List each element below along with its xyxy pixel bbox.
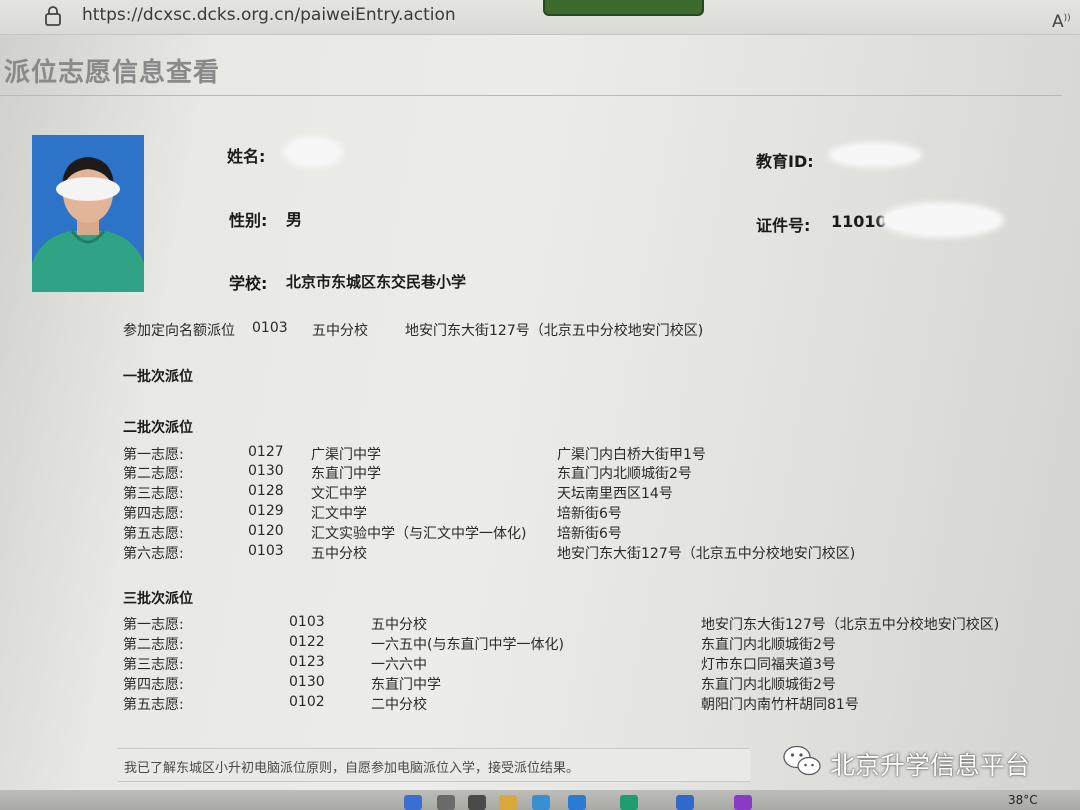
- choice-order: 第二志愿:: [123, 466, 184, 482]
- edge-browser-icon[interactable]: [532, 795, 550, 810]
- store-icon[interactable]: [568, 795, 586, 810]
- choice-order: 第五志愿:: [123, 526, 184, 542]
- choice-address: 灯市东口同福夹道3号: [701, 657, 836, 673]
- edu-id-redaction: [832, 146, 918, 164]
- directed-code: 0103: [252, 320, 288, 336]
- choice-code: 0128: [248, 483, 284, 499]
- lock-icon: [45, 6, 61, 26]
- browser-tab[interactable]: [543, 0, 704, 16]
- url-text[interactable]: https://dcxsc.dcks.org.cn/paiweiEntry.ac…: [82, 5, 456, 25]
- choice-school: 一六五中(与东直门中学一体化): [371, 637, 564, 653]
- agreement-box: 我已了解东城区小升初电脑派位原则，自愿参加电脑派位入学，接受派位结果。: [118, 748, 750, 782]
- weather-temperature: 38°C: [1008, 793, 1038, 807]
- choice-order: 第三志愿:: [123, 486, 184, 502]
- choice-code: 0123: [289, 654, 325, 670]
- choice-address: 地安门东大街127号（北京五中分校地安门校区): [701, 617, 1000, 633]
- choice-code: 0129: [248, 503, 284, 519]
- choice-code: 0103: [248, 543, 284, 559]
- choice-code: 0103: [289, 614, 325, 630]
- choice-address: 天坛南里西区14号: [557, 486, 673, 502]
- choice-school: 五中分校: [371, 617, 427, 633]
- choice-school: 文汇中学: [311, 486, 367, 502]
- watermark-text: 北京升学信息平台: [830, 751, 1031, 780]
- app-icon[interactable]: [734, 795, 752, 810]
- choice-order: 第三志愿:: [123, 657, 184, 673]
- student-photo: [32, 135, 144, 292]
- windows-start-icon[interactable]: [404, 795, 422, 810]
- edu-id-label: 教育ID:: [756, 152, 814, 171]
- choice-address: 广渠门内白桥大街甲1号: [557, 447, 706, 463]
- read-aloud-icon[interactable]: A)): [1052, 12, 1071, 32]
- school-value: 北京市东城区东交民巷小学: [286, 273, 467, 291]
- choice-order: 第五志愿:: [123, 697, 184, 713]
- choice-code: 0130: [248, 463, 284, 479]
- agreement-text: 我已了解东城区小升初电脑派位原则，自愿参加电脑派位入学，接受派位结果。: [124, 761, 580, 776]
- choice-order: 第二志愿:: [123, 637, 184, 653]
- page-title: 派位志愿信息查看: [4, 58, 221, 88]
- directed-address: 地安门东大街127号（北京五中分校地安门校区): [405, 323, 704, 339]
- app-icon[interactable]: [620, 795, 638, 810]
- choice-school: 汇文中学: [311, 506, 367, 522]
- school-label: 学校:: [229, 274, 268, 293]
- choice-address: 培新街6号: [557, 526, 622, 542]
- directed-school: 五中分校: [312, 323, 368, 339]
- choice-address: 地安门东大街127号（北京五中分校地安门校区): [557, 546, 856, 562]
- choice-school: 东直门中学: [371, 677, 441, 693]
- task-view-icon[interactable]: [468, 795, 486, 810]
- gender-label: 性别:: [229, 211, 268, 230]
- choice-address: 朝阳门内南竹杆胡同81号: [701, 697, 859, 713]
- choice-school: 一六六中: [371, 657, 427, 673]
- id-number-value: 11010: [831, 212, 887, 231]
- choice-school: 汇文实验中学（与汇文中学一体化): [311, 526, 527, 542]
- choice-code: 0120: [248, 523, 284, 539]
- choice-order: 第四志愿:: [123, 677, 184, 693]
- choice-order: 第一志愿:: [123, 617, 184, 633]
- choice-address: 培新街6号: [557, 506, 622, 522]
- choice-code: 0102: [289, 694, 325, 710]
- browser-address-bar[interactable]: https://dcxsc.dcks.org.cn/paiweiEntry.ac…: [0, 0, 1080, 35]
- wechat-icon: [783, 745, 821, 776]
- name-label: 姓名:: [227, 147, 266, 166]
- batch3-title: 三批次派位: [123, 591, 193, 607]
- taskbar: 38°C: [0, 790, 1080, 810]
- choice-code: 0122: [289, 634, 325, 650]
- choice-school: 五中分校: [311, 546, 367, 562]
- choice-order: 第四志愿:: [123, 506, 184, 522]
- choice-order: 第六志愿:: [123, 546, 184, 562]
- title-divider: [0, 95, 1062, 96]
- choice-address: 东直门内北顺城街2号: [557, 466, 692, 482]
- choice-address: 东直门内北顺城街2号: [701, 677, 836, 693]
- batch1-title: 一批次派位: [123, 369, 193, 385]
- choice-school: 广渠门中学: [311, 447, 381, 463]
- search-icon[interactable]: [437, 795, 455, 810]
- gender-value: 男: [286, 210, 303, 229]
- choice-code: 0130: [289, 674, 325, 690]
- mail-icon[interactable]: [676, 795, 694, 810]
- name-redaction: [287, 140, 339, 164]
- choice-code: 0127: [248, 444, 284, 460]
- choice-school: 东直门中学: [311, 466, 381, 482]
- directed-label: 参加定向名额派位: [123, 323, 235, 339]
- choice-order: 第一志愿:: [123, 447, 184, 463]
- id-number-label: 证件号:: [756, 216, 811, 235]
- id-number-redaction: [884, 206, 1000, 234]
- file-explorer-icon[interactable]: [499, 795, 517, 810]
- choice-school: 二中分校: [371, 697, 427, 713]
- photo-of-screen: https://dcxsc.dcks.org.cn/paiweiEntry.ac…: [0, 0, 1080, 810]
- batch2-title: 二批次派位: [123, 420, 193, 436]
- choice-address: 东直门内北顺城街2号: [701, 637, 836, 653]
